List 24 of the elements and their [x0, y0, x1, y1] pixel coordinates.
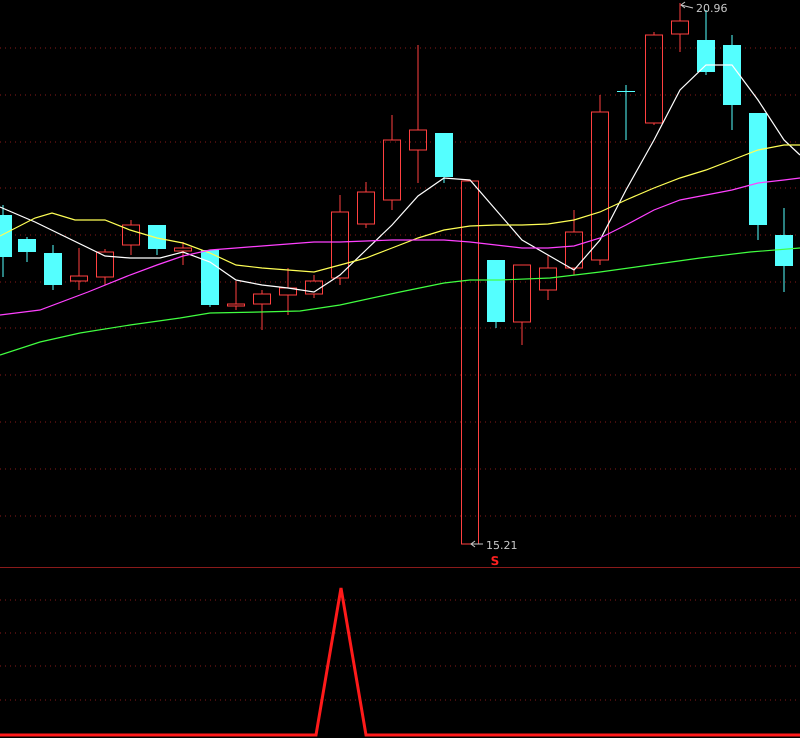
candlestick — [174, 242, 192, 266]
candlestick — [539, 254, 557, 300]
candlestick — [279, 268, 297, 316]
high-price-label: 20.96 — [696, 2, 728, 15]
candlestick — [44, 244, 62, 290]
signal-mark: S — [490, 554, 500, 568]
candlestick — [122, 220, 140, 256]
candlestick — [617, 84, 635, 140]
candlestick — [70, 248, 88, 290]
leader-line — [680, 2, 694, 8]
low-price-label: 15.21 — [486, 539, 518, 552]
candlestick — [148, 224, 166, 256]
candlestick — [487, 260, 505, 328]
candlestick — [671, 2, 689, 52]
candlestick — [357, 182, 375, 228]
candlestick — [435, 132, 453, 184]
leader-line — [470, 540, 484, 548]
candlestick — [305, 274, 323, 298]
candlestick — [227, 280, 245, 310]
candlestick — [201, 250, 219, 308]
candlestick — [96, 248, 114, 286]
candlestick — [18, 236, 36, 262]
candlestick — [565, 210, 583, 276]
candlestick — [253, 290, 271, 330]
